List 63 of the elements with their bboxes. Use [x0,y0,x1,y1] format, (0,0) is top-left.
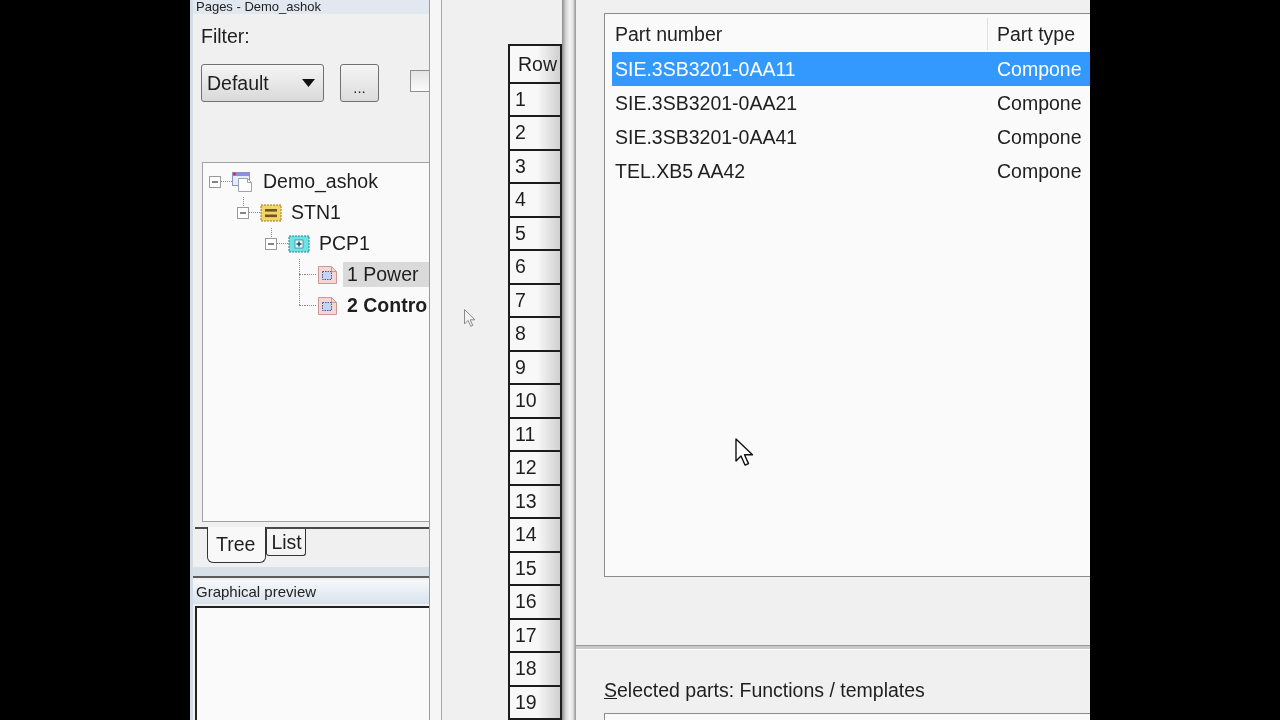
tree-item[interactable]: Demo_ashok [259,169,382,194]
row-header: 7 [508,284,562,318]
column-header[interactable]: Part number [606,18,988,50]
filter-dropdown[interactable]: Default [201,64,324,102]
table-cell-text: SIE.3SB3201-0AA11 [614,57,797,82]
collapse-icon[interactable] [209,175,221,188]
table-cell-text: Compone [996,125,1082,150]
mouse-pointer-icon [735,438,754,466]
row-header: 5 [508,217,562,251]
caret-icon [302,79,315,87]
row-header: 19 [508,686,562,720]
panel-title: Graphical preview [193,580,429,604]
station-icon [260,202,282,223]
checkbox[interactable] [410,70,429,92]
row-header: 2 [508,117,562,151]
row-header: 18 [508,653,562,687]
collapse-icon[interactable] [237,206,249,219]
page-icon [316,264,338,285]
table-cell-text: Compone [996,159,1082,184]
mouse-pointer-icon [464,309,476,327]
page-icon [316,295,338,316]
table-cell-text: SIE.3SB3201-0AA41 [614,125,799,150]
splitter-bar[interactable] [576,645,1090,650]
list-row[interactable]: SIE.3SB3201-0AA21 Compone [612,86,1090,120]
tab[interactable]: Tree [207,527,267,563]
row-header: 17 [508,619,562,653]
row-header: 12 [508,452,562,486]
section-label: Selected parts: Functions / templates [604,678,925,702]
row-header: 9 [508,351,562,385]
table-cell-text: Compone [996,57,1082,82]
panel-icon [288,233,310,254]
row-header: 6 [508,251,562,285]
row-header: 11 [508,418,562,452]
row-header: 15 [508,552,562,586]
splitter-bar[interactable] [562,0,575,720]
tab[interactable]: List [266,529,306,556]
row-header: 4 [508,184,562,218]
window-icon [232,171,254,192]
tree-item[interactable]: STN1 [287,200,345,225]
row-header: 13 [508,485,562,519]
tree-item[interactable]: PCP1 [315,231,374,256]
tree-item[interactable]: 2 Contro [343,293,429,318]
row-header: 1 [508,83,562,117]
list-row[interactable]: SIE.3SB3201-0AA41 Compone [612,120,1090,154]
row-header: 3 [508,150,562,184]
table-cell-text: Compone [996,91,1082,116]
splitter-bar[interactable] [193,567,429,578]
table-cell-text: TEL.XB5 AA42 [614,159,747,184]
list-row[interactable]: TEL.XB5 AA42 Compone [612,154,1090,188]
row-header: 16 [508,586,562,620]
collapse-icon[interactable] [265,237,277,250]
list-box[interactable] [604,713,1090,720]
panel-title: Pages - Demo_ashok [193,0,429,14]
column-header: Row [508,44,562,84]
row-header: 8 [508,318,562,352]
more-button[interactable]: ... [340,64,379,102]
row-header: 10 [508,385,562,419]
tree-item[interactable]: 1 Power [343,262,429,287]
filter-label: Filter: [201,24,250,48]
table-cell-text: SIE.3SB3201-0AA21 [614,91,799,116]
row-header: 14 [508,519,562,553]
column-header[interactable]: Part type [988,18,1076,50]
splitter-bar[interactable] [430,0,442,720]
